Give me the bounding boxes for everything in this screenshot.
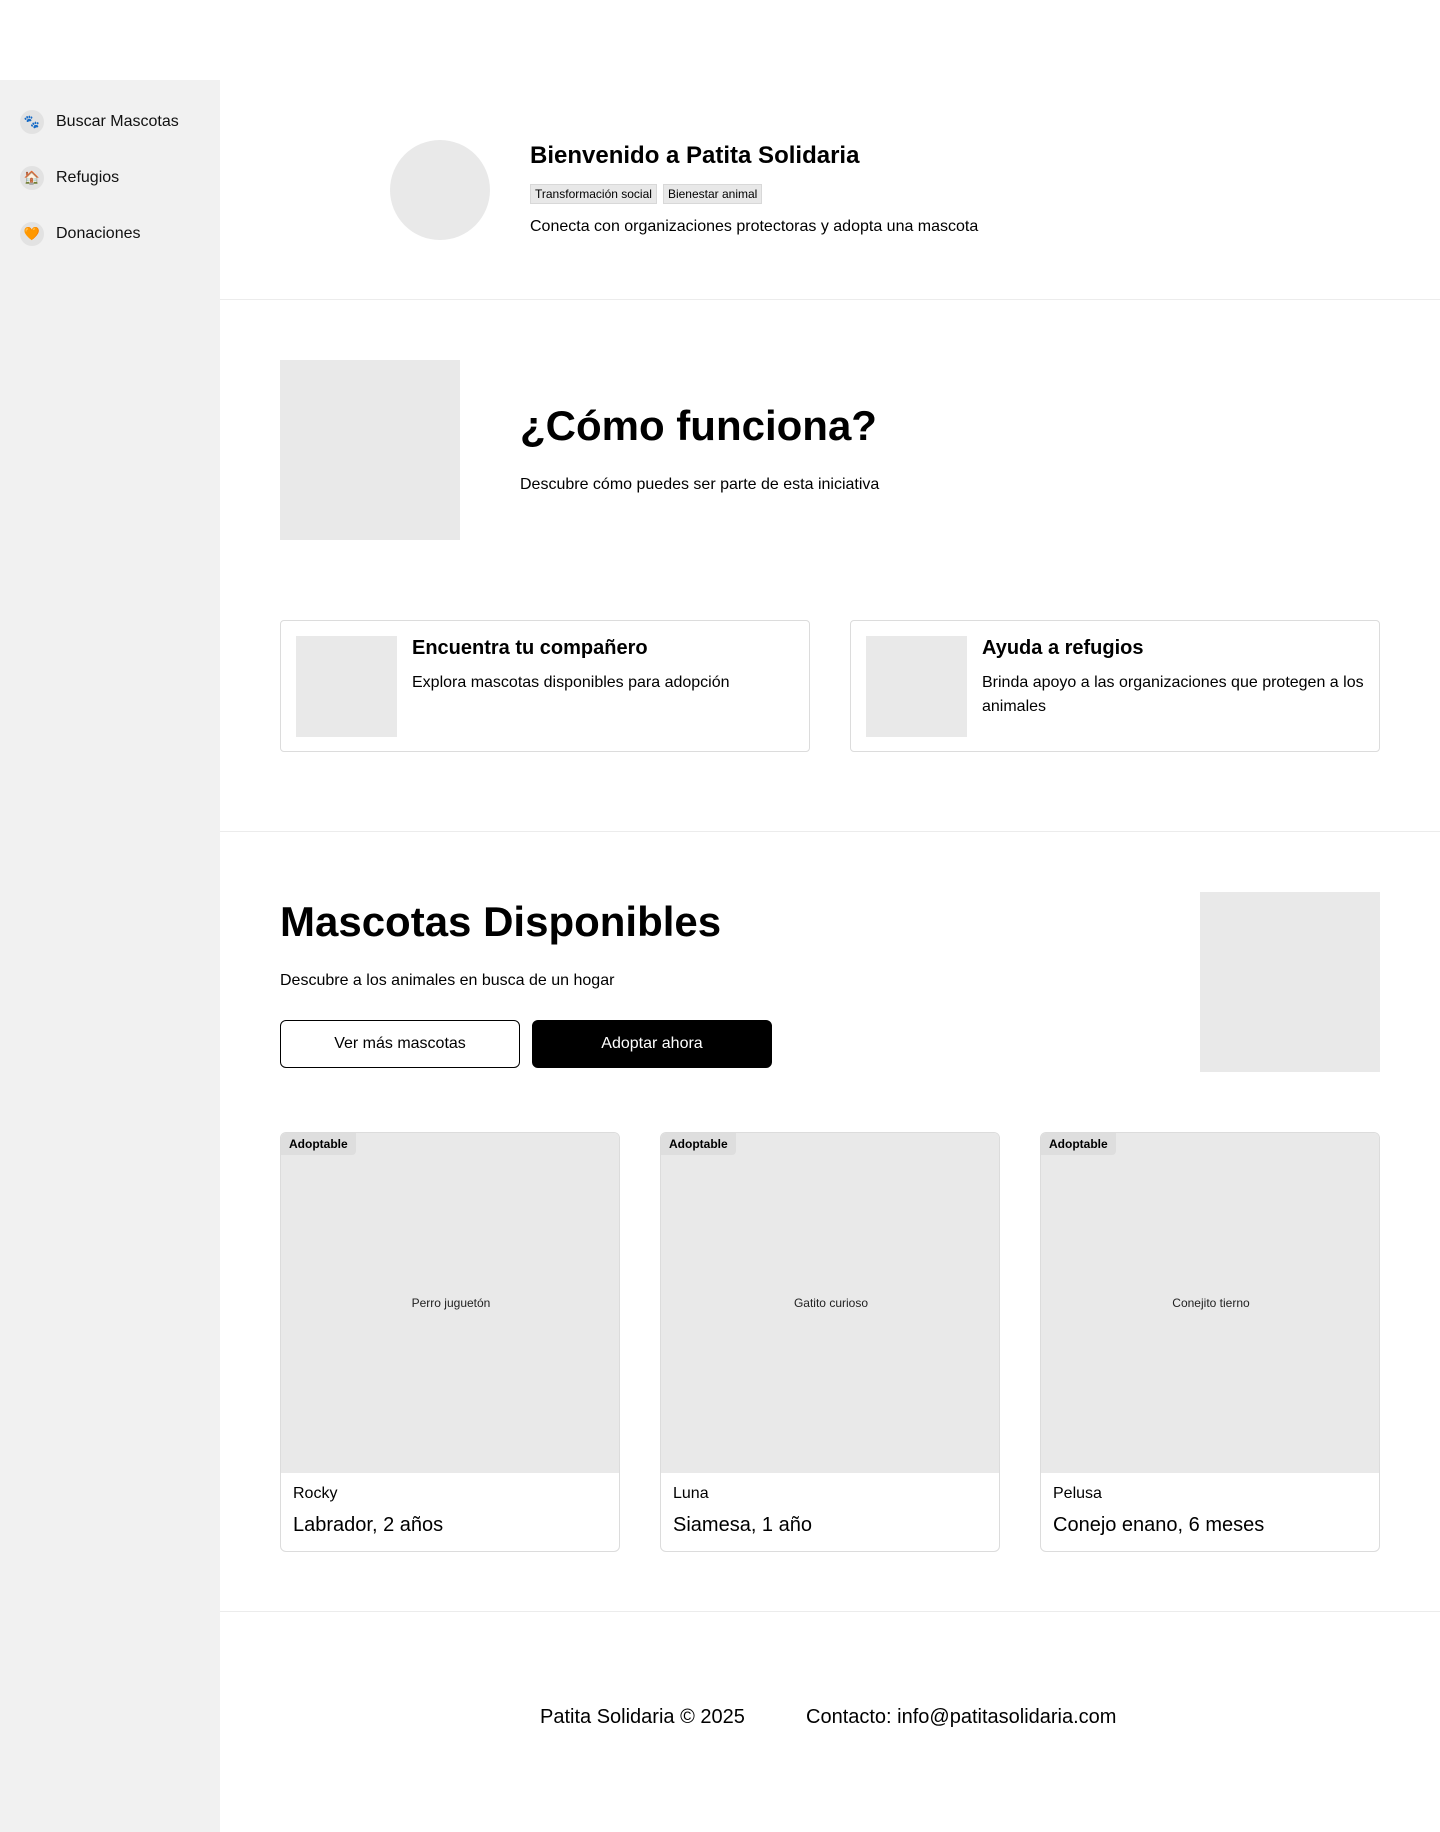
status-badge: Adoptable [1041,1133,1116,1155]
pet-photo: Conejito tierno [1041,1133,1379,1473]
how-title: ¿Cómo funciona? [520,402,877,449]
feature-image-placeholder [296,636,397,737]
feature-title: Ayuda a refugios [982,637,1144,659]
pet-name: Rocky [293,1485,338,1502]
pets-section: Mascotas Disponibles Descubre a los anim… [220,832,1440,1612]
welcome-description: Conecta con organizaciones protectoras y… [530,218,979,235]
pet-photo-label: Perro juguetón [411,1296,491,1310]
how-it-works-section: ¿Cómo funciona? Descubre cómo puedes ser… [220,300,1440,832]
heart-icon: 🧡 [20,222,44,246]
avatar [390,140,490,240]
sidebar-item-buscar-mascotas[interactable]: 🐾 Buscar Mascotas [20,108,179,136]
pets-description: Descubre a los animales en busca de un h… [280,972,615,989]
pet-photo-label: Conejito tierno [1172,1296,1250,1310]
sidebar-item-label: Refugios [56,169,120,186]
pets-title: Mascotas Disponibles [280,898,722,945]
sidebar-item-label: Donaciones [56,225,141,242]
more-pets-button[interactable]: Ver más mascotas [280,1020,520,1068]
tag: Bienestar animal [662,184,763,204]
sidebar-item-label: Buscar Mascotas [56,113,179,130]
how-image-placeholder [280,360,460,540]
welcome-section: Bienvenido a Patita Solidaria Transforma… [220,80,1440,300]
feature-card: Ayuda a refugios Brinda apoyo a las orga… [850,620,1380,752]
feature-description: Explora mascotas disponibles para adopci… [412,674,730,691]
status-badge: Adoptable [661,1133,736,1155]
paw-icon: 🐾 [20,110,44,134]
footer-contact[interactable]: Contacto: info@patitasolidaria.com [806,1706,1116,1729]
pet-card[interactable]: Gatito curioso Adoptable Luna Siamesa, 1… [660,1132,1000,1552]
pet-breed: Labrador, 2 años [293,1514,444,1536]
tag: Transformación social [530,184,657,204]
sidebar-item-refugios[interactable]: 🏠 Refugios [20,164,119,192]
sidebar-item-donaciones[interactable]: 🧡 Donaciones [20,220,141,248]
pet-photo: Perro juguetón [281,1133,619,1473]
pet-breed: Siamesa, 1 año [673,1514,812,1536]
pet-card[interactable]: Perro juguetón Adoptable Rocky Labrador,… [280,1132,620,1552]
feature-image-placeholder [866,636,967,737]
sidebar: 🐾 Buscar Mascotas 🏠 Refugios 🧡 Donacione… [0,80,220,1832]
pets-image-placeholder [1200,892,1380,1072]
pet-breed: Conejo enano, 6 meses [1053,1514,1265,1536]
feature-description: Brinda apoyo a las organizaciones que pr… [982,674,1364,715]
how-description: Descubre cómo puedes ser parte de esta i… [520,476,880,493]
status-badge: Adoptable [281,1133,356,1155]
pet-name: Luna [673,1485,709,1502]
pet-photo: Gatito curioso [661,1133,999,1473]
footer-copyright: Patita Solidaria © 2025 [540,1706,745,1728]
pet-card[interactable]: Conejito tierno Adoptable Pelusa Conejo … [1040,1132,1380,1552]
feature-card: Encuentra tu compañero Explora mascotas … [280,620,810,752]
pet-name: Pelusa [1053,1485,1102,1502]
house-icon: 🏠 [20,166,44,190]
welcome-title: Bienvenido a Patita Solidaria [530,142,860,169]
tag-list: Transformación social Bienestar animal [530,184,763,204]
footer: Patita Solidaria © 2025 Contacto: info@p… [220,1612,1440,1832]
feature-title: Encuentra tu compañero [412,637,648,659]
adopt-now-button[interactable]: Adoptar ahora [532,1020,772,1068]
pet-photo-label: Gatito curioso [793,1296,869,1310]
